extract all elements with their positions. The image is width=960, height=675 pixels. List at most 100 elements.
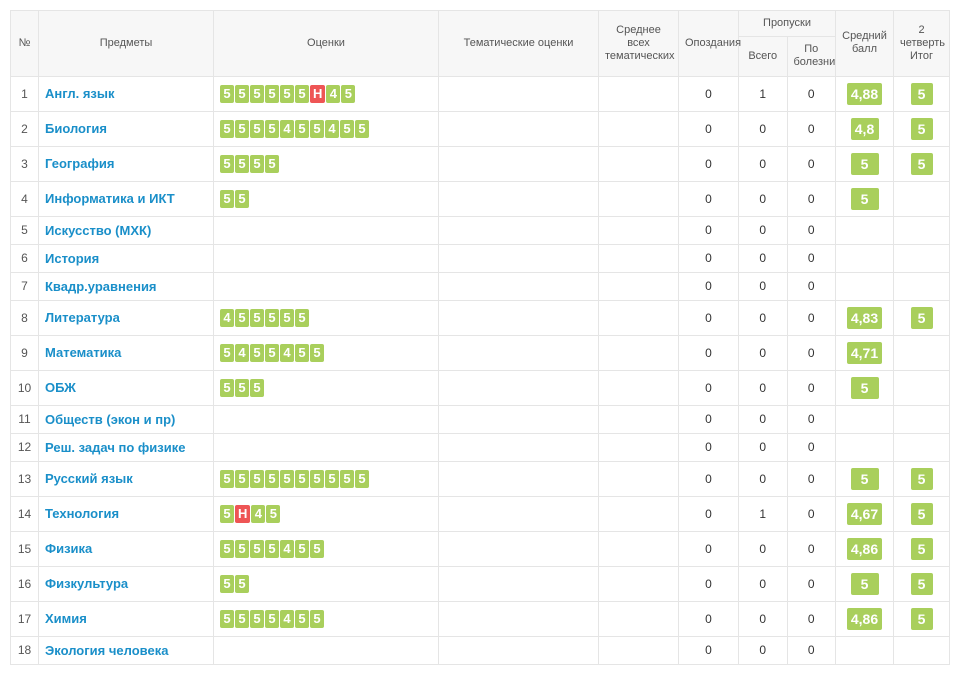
avg-badge: 4,8 xyxy=(851,118,879,140)
late-cell: 0 xyxy=(679,531,739,566)
grade-mark: 5 xyxy=(266,505,280,523)
grades-cell xyxy=(214,636,439,664)
thematic-cell xyxy=(439,216,599,244)
absence-total-cell: 0 xyxy=(739,335,788,370)
thematic-cell xyxy=(439,335,599,370)
grade-mark: 5 xyxy=(235,610,249,628)
grade-mark: 4 xyxy=(325,120,339,138)
grade-mark: 5 xyxy=(220,505,234,523)
table-row: 8Литература4555550004,835 xyxy=(11,300,950,335)
avg-badge: 5 xyxy=(851,377,879,399)
row-number: 13 xyxy=(11,461,39,496)
avg-cell: 5 xyxy=(836,370,894,405)
absence-sick-cell: 0 xyxy=(787,76,836,111)
grade-mark: 5 xyxy=(250,85,264,103)
avg-cell xyxy=(836,405,894,433)
grade-mark: 5 xyxy=(220,344,234,362)
grade-mark: 4 xyxy=(235,344,249,362)
row-number: 18 xyxy=(11,636,39,664)
avg-badge: 5 xyxy=(851,153,879,175)
grade-mark: 5 xyxy=(250,540,264,558)
absence-total-cell: 0 xyxy=(739,111,788,146)
grades-cell: 5Н45 xyxy=(214,496,439,531)
grade-mark: 5 xyxy=(265,470,279,488)
subject-link[interactable]: Химия xyxy=(45,611,87,626)
grade-mark: 5 xyxy=(265,309,279,327)
avg-cell: 4,86 xyxy=(836,601,894,636)
row-number: 3 xyxy=(11,146,39,181)
avg-thematic-cell xyxy=(599,405,679,433)
grades-cell xyxy=(214,433,439,461)
avg-cell: 5 xyxy=(836,181,894,216)
late-cell: 0 xyxy=(679,216,739,244)
subject-link[interactable]: Квадр.уравнения xyxy=(45,279,157,294)
subject-link[interactable]: Экология человека xyxy=(45,643,168,658)
absence-total-cell: 0 xyxy=(739,405,788,433)
subject-link[interactable]: Русский язык xyxy=(45,471,133,486)
absence-total-cell: 0 xyxy=(739,244,788,272)
subject-link[interactable]: ОБЖ xyxy=(45,380,76,395)
absence-total-cell: 0 xyxy=(739,300,788,335)
absence-sick-cell: 0 xyxy=(787,636,836,664)
subject-link[interactable]: Англ. язык xyxy=(45,86,114,101)
subject-link[interactable]: Обществ (экон и пр) xyxy=(45,412,175,427)
subject-link[interactable]: Технология xyxy=(45,506,119,521)
thematic-cell xyxy=(439,300,599,335)
avg-cell xyxy=(836,433,894,461)
subject-link[interactable]: Реш. задач по физике xyxy=(45,440,185,455)
absence-total-cell: 0 xyxy=(739,272,788,300)
header-subject: Предметы xyxy=(39,11,214,77)
table-row: 9Математика54554550004,71 xyxy=(11,335,950,370)
grade-mark: 5 xyxy=(220,470,234,488)
absence-mark: Н xyxy=(310,85,325,103)
grade-mark: 5 xyxy=(341,85,355,103)
thematic-cell xyxy=(439,461,599,496)
absence-sick-cell: 0 xyxy=(787,370,836,405)
grade-mark: 5 xyxy=(250,610,264,628)
header-grades: Оценки xyxy=(214,11,439,77)
avg-badge: 5 xyxy=(851,468,879,490)
avg-cell: 4,83 xyxy=(836,300,894,335)
absence-sick-cell: 0 xyxy=(787,216,836,244)
grade-mark: 5 xyxy=(265,610,279,628)
absence-total-cell: 1 xyxy=(739,496,788,531)
grade-mark: 5 xyxy=(280,85,294,103)
thematic-cell xyxy=(439,636,599,664)
grades-cell xyxy=(214,216,439,244)
grade-mark: 5 xyxy=(250,309,264,327)
subject-link[interactable]: Искусство (МХК) xyxy=(45,223,151,238)
quarter2-badge: 5 xyxy=(911,118,933,140)
thematic-cell xyxy=(439,601,599,636)
subject-link[interactable]: География xyxy=(45,156,114,171)
avg-cell: 4,67 xyxy=(836,496,894,531)
subject-link[interactable]: Биология xyxy=(45,121,107,136)
avg-badge: 4,71 xyxy=(847,342,882,364)
late-cell: 0 xyxy=(679,181,739,216)
grades-cell: 5455455 xyxy=(214,335,439,370)
quarter2-badge: 5 xyxy=(911,468,933,490)
subject-link[interactable]: Физкультура xyxy=(45,576,128,591)
grade-mark: 5 xyxy=(325,470,339,488)
grade-mark: 5 xyxy=(265,85,279,103)
absence-sick-cell: 0 xyxy=(787,405,836,433)
quarter2-badge: 5 xyxy=(911,503,933,525)
absence-sick-cell: 0 xyxy=(787,566,836,601)
grade-mark: 5 xyxy=(340,470,354,488)
late-cell: 0 xyxy=(679,636,739,664)
grade-mark: 5 xyxy=(220,120,234,138)
thematic-cell xyxy=(439,76,599,111)
quarter2-cell: 5 xyxy=(894,146,950,181)
quarter2-cell: 5 xyxy=(894,601,950,636)
grades-table: № Предметы Оценки Тематические оценки Ср… xyxy=(10,10,950,665)
avg-badge: 5 xyxy=(851,188,879,210)
subject-link[interactable]: Литература xyxy=(45,310,120,325)
row-number: 2 xyxy=(11,111,39,146)
subject-link[interactable]: Математика xyxy=(45,345,121,360)
subject-link[interactable]: История xyxy=(45,251,99,266)
grades-cell: 55 xyxy=(214,566,439,601)
row-number: 14 xyxy=(11,496,39,531)
subject-link[interactable]: Информатика и ИКТ xyxy=(45,191,175,206)
row-number: 5 xyxy=(11,216,39,244)
thematic-cell xyxy=(439,370,599,405)
subject-link[interactable]: Физика xyxy=(45,541,92,556)
